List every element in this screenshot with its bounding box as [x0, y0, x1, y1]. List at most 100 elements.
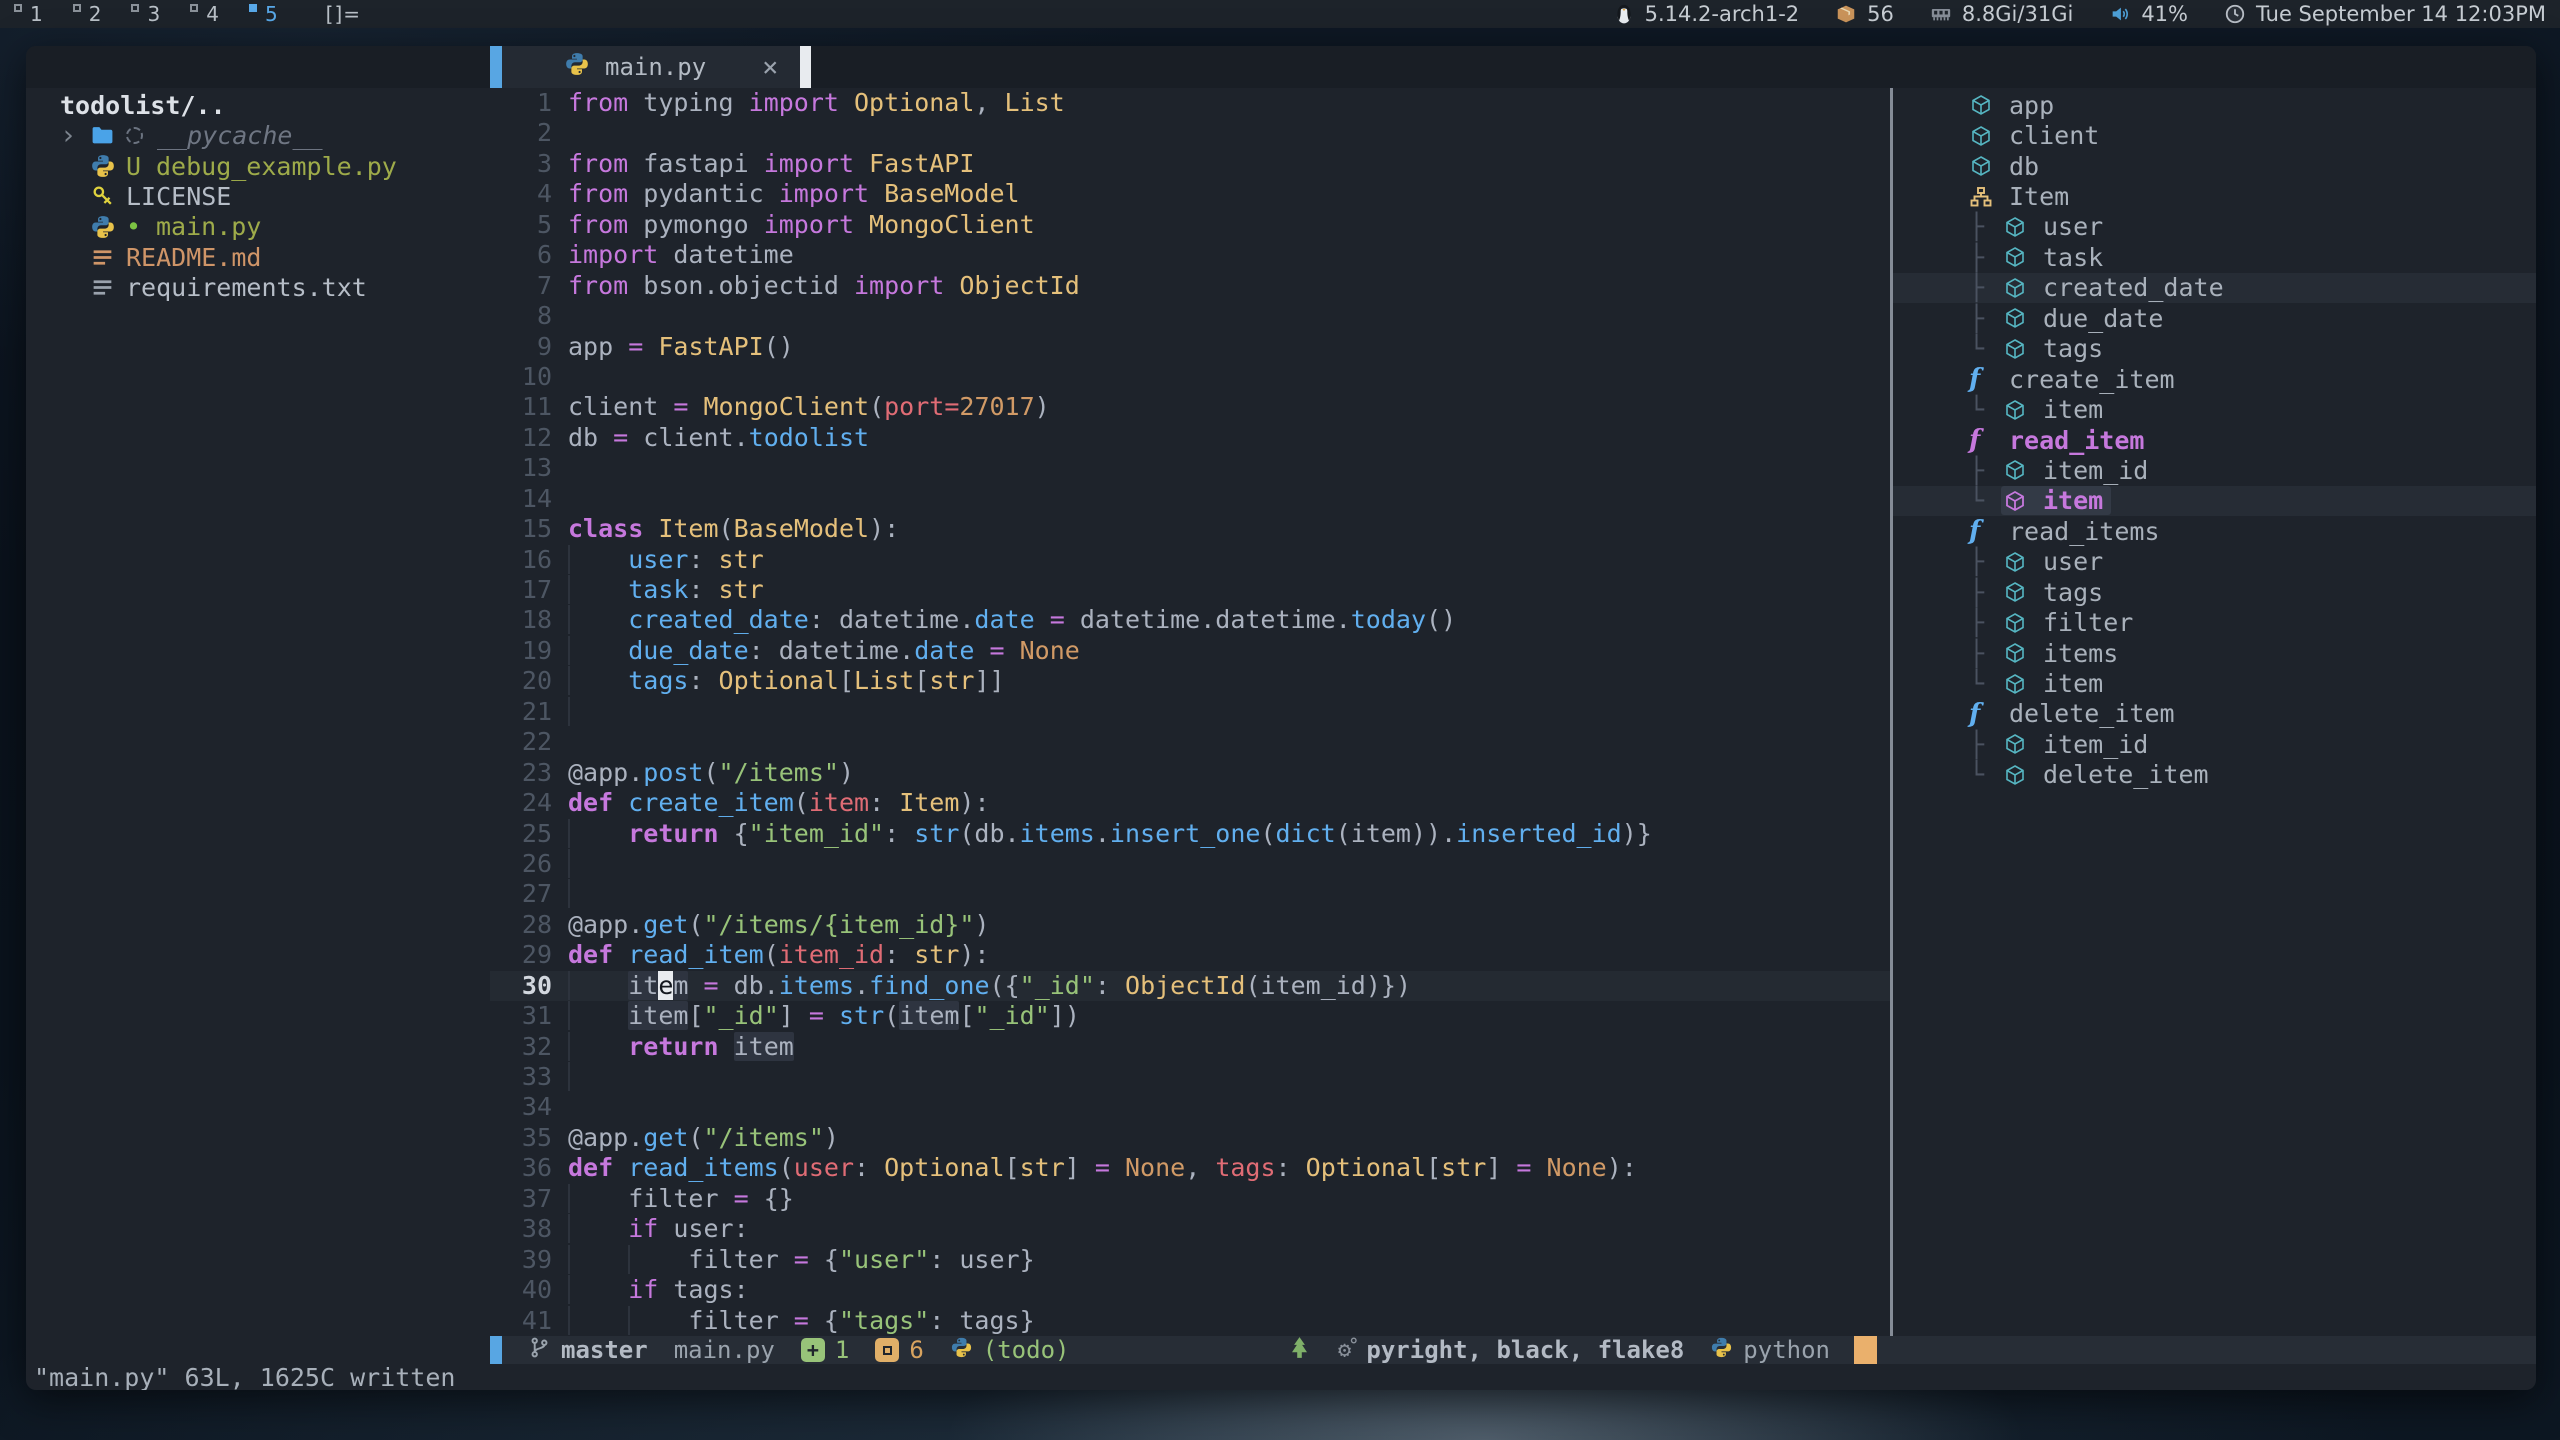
workspace-button-4[interactable]: 4 [190, 2, 219, 26]
code-line-35[interactable]: 35@app.get("/items") [490, 1123, 1890, 1153]
tabline: main.py × [26, 46, 2536, 88]
outline-item-task[interactable]: ├task [1893, 242, 2536, 272]
code-line-27[interactable]: 27 [490, 879, 1890, 909]
outline-item-delete_item[interactable]: └delete_item [1893, 760, 2536, 790]
outline-item-item[interactable]: └item [1893, 668, 2536, 698]
code-line-28[interactable]: 28@app.get("/items/{item_id}") [490, 910, 1890, 940]
outline-item-label: item [2043, 486, 2103, 515]
outline-item-user[interactable]: ├user [1893, 547, 2536, 577]
code-line-24[interactable]: 24def create_item(item: Item): [490, 788, 1890, 818]
code-line-10[interactable]: 10 [490, 362, 1890, 392]
code-line-39[interactable]: 39 filter = {"user": user} [490, 1245, 1890, 1275]
status-volume: 41% [2109, 2, 2188, 26]
tree-item-main-py[interactable]: •main.py [26, 212, 490, 242]
code-line-31[interactable]: 31 item["_id"] = str(item["_id"]) [490, 1001, 1890, 1031]
code-line-9[interactable]: 9app = FastAPI() [490, 332, 1890, 362]
outline-item-items[interactable]: ├items [1893, 638, 2536, 668]
code-line-17[interactable]: 17 task: str [490, 575, 1890, 605]
code-line-19[interactable]: 19 due_date: datetime.date = None [490, 636, 1890, 666]
code-line-36[interactable]: 36def read_items(user: Optional[str] = N… [490, 1153, 1890, 1183]
code-line-4[interactable]: 4from pydantic import BaseModel [490, 179, 1890, 209]
code-line-25[interactable]: 25 return {"item_id": str(db.items.inser… [490, 819, 1890, 849]
workspace-button-2[interactable]: 2 [73, 2, 102, 26]
outline-item-label: due_date [2043, 304, 2163, 333]
tree-item-label: LICENSE [126, 182, 231, 211]
tree-item-readme-md[interactable]: README.md [26, 242, 490, 272]
class-icon [1969, 185, 2009, 209]
outline-item-tags[interactable]: ├tags [1893, 577, 2536, 607]
variable-icon [2003, 489, 2043, 513]
outline-item-read_items[interactable]: fread_items [1893, 516, 2536, 546]
outline-item-user[interactable]: ├user [1893, 212, 2536, 242]
code-line-13[interactable]: 13 [490, 453, 1890, 483]
code-line-34[interactable]: 34 [490, 1092, 1890, 1122]
outline-item-create_item[interactable]: fcreate_item [1893, 364, 2536, 394]
code-line-3[interactable]: 3from fastapi import FastAPI [490, 149, 1890, 179]
code-editor[interactable]: 1from typing import Optional, List23from… [490, 88, 1890, 1336]
code-line-5[interactable]: 5from pymongo import MongoClient [490, 210, 1890, 240]
code-line-1[interactable]: 1from typing import Optional, List [490, 88, 1890, 118]
code-line-8[interactable]: 8 [490, 301, 1890, 331]
outline-item-item[interactable]: └item [1893, 394, 2536, 424]
outline-item-created_date[interactable]: ├created_date [1893, 273, 2536, 303]
code-line-22[interactable]: 22 [490, 727, 1890, 757]
outline-item-item[interactable]: └item [1893, 486, 2536, 516]
outline-item-filter[interactable]: ├filter [1893, 607, 2536, 637]
code-line-38[interactable]: 38 if user: [490, 1214, 1890, 1244]
outline-item-item_id[interactable]: ├item_id [1893, 455, 2536, 485]
outline-item-due_date[interactable]: ├due_date [1893, 303, 2536, 333]
workspace-button-5[interactable]: 5 [249, 2, 278, 26]
workspace-button-3[interactable]: 3 [131, 2, 160, 26]
outline-item-item_id[interactable]: ├item_id [1893, 729, 2536, 759]
code-line-40[interactable]: 40 if tags: [490, 1275, 1890, 1305]
command-message-line: "main.py" 63L, 1625C written [26, 1364, 2536, 1390]
line-number: 34 [490, 1092, 568, 1122]
code-line-18[interactable]: 18 created_date: datetime.date = datetim… [490, 605, 1890, 635]
outline-item-db[interactable]: db [1893, 151, 2536, 181]
git-diff-changed: 6 [875, 1336, 923, 1364]
workspace-button-1[interactable]: 1 [14, 2, 43, 26]
code-line-29[interactable]: 29def read_item(item_id: str): [490, 940, 1890, 970]
outline-item-Item[interactable]: Item [1893, 181, 2536, 211]
code-line-7[interactable]: 7from bson.objectid import ObjectId [490, 271, 1890, 301]
outline-item-client[interactable]: client [1893, 120, 2536, 150]
gears-icon: ⚙˚ [1338, 1338, 1357, 1363]
code-line-11[interactable]: 11client = MongoClient(port=27017) [490, 392, 1890, 422]
tree-item-requirements-txt[interactable]: requirements.txt [26, 273, 490, 303]
workspace-switcher[interactable]: 1 2 3 4 5 [14, 2, 308, 26]
code-line-12[interactable]: 12db = client.todolist [490, 423, 1890, 453]
outline-item-read_item[interactable]: fread_item [1893, 425, 2536, 455]
code-line-41[interactable]: 41 filter = {"tags": tags} [490, 1306, 1890, 1336]
file-explorer[interactable]: todolist/..›__pycache__Udebug_example.py… [26, 88, 490, 1336]
terminal-window[interactable]: main.py × todolist/..›__pycache__Udebug_… [26, 46, 2536, 1390]
line-number: 40 [490, 1275, 568, 1305]
tree-status [1287, 1335, 1312, 1366]
tree-root[interactable]: todolist/.. [26, 90, 490, 120]
close-icon[interactable]: × [762, 52, 778, 83]
code-line-37[interactable]: 37 filter = {} [490, 1184, 1890, 1214]
code-line-6[interactable]: 6import datetime [490, 240, 1890, 270]
code-text: def read_item(item_id: str): [568, 940, 1890, 970]
outline-item-delete_item[interactable]: fdelete_item [1893, 699, 2536, 729]
code-line-23[interactable]: 23@app.post("/items") [490, 758, 1890, 788]
status-penguin: 5.14.2-arch1-2 [1613, 2, 1800, 26]
tree-connector: ├ [1969, 273, 2003, 302]
code-line-15[interactable]: 15class Item(BaseModel): [490, 514, 1890, 544]
code-line-32[interactable]: 32 return item [490, 1032, 1890, 1062]
code-line-21[interactable]: 21 [490, 697, 1890, 727]
code-line-20[interactable]: 20 tags: Optional[List[str]] [490, 666, 1890, 696]
code-line-26[interactable]: 26 [490, 849, 1890, 879]
tree-item--pycache-[interactable]: ›__pycache__ [26, 120, 490, 150]
tools-label: pyright, black, flake8 [1366, 1336, 1684, 1364]
code-line-33[interactable]: 33 [490, 1062, 1890, 1092]
symbol-outline[interactable]: appclientdbItem├user├task├created_date├d… [1893, 88, 2536, 1336]
code-line-16[interactable]: 16 user: str [490, 545, 1890, 575]
code-line-2[interactable]: 2 [490, 118, 1890, 148]
tree-item-debug-example-py[interactable]: Udebug_example.py [26, 151, 490, 181]
code-line-30[interactable]: 30 item = db.items.find_one({"_id": Obje… [490, 971, 1890, 1001]
outline-item-app[interactable]: app [1893, 90, 2536, 120]
code-line-14[interactable]: 14 [490, 484, 1890, 514]
outline-item-tags[interactable]: └tags [1893, 334, 2536, 364]
tab-main-py[interactable]: main.py × [502, 46, 800, 88]
tree-item-license[interactable]: LICENSE [26, 181, 490, 211]
